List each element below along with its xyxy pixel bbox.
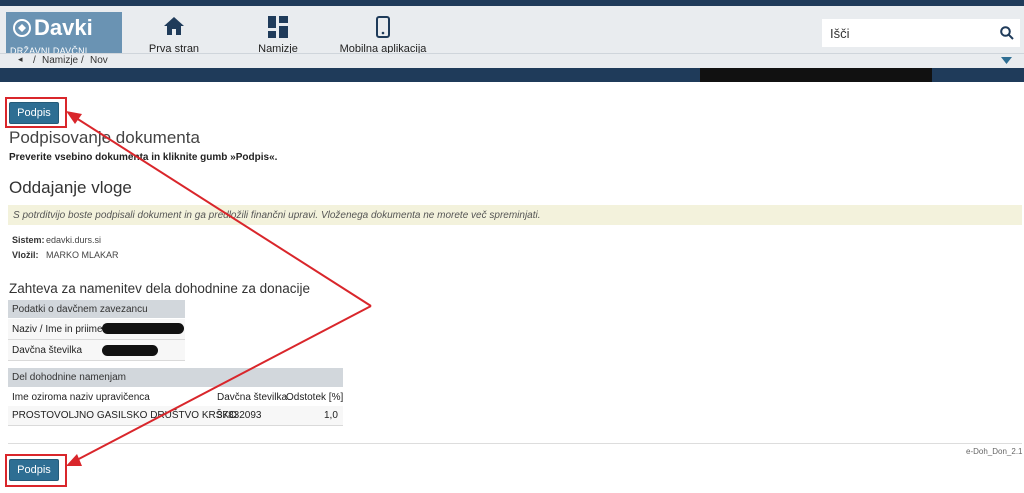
annotation-arrowhead-top (66, 111, 82, 124)
annotation-arrow-top (72, 115, 372, 307)
annotation-arrowhead-bottom (66, 454, 82, 466)
annotation-arrows (66, 111, 372, 466)
annotation-arrow-bottom (72, 305, 372, 463)
